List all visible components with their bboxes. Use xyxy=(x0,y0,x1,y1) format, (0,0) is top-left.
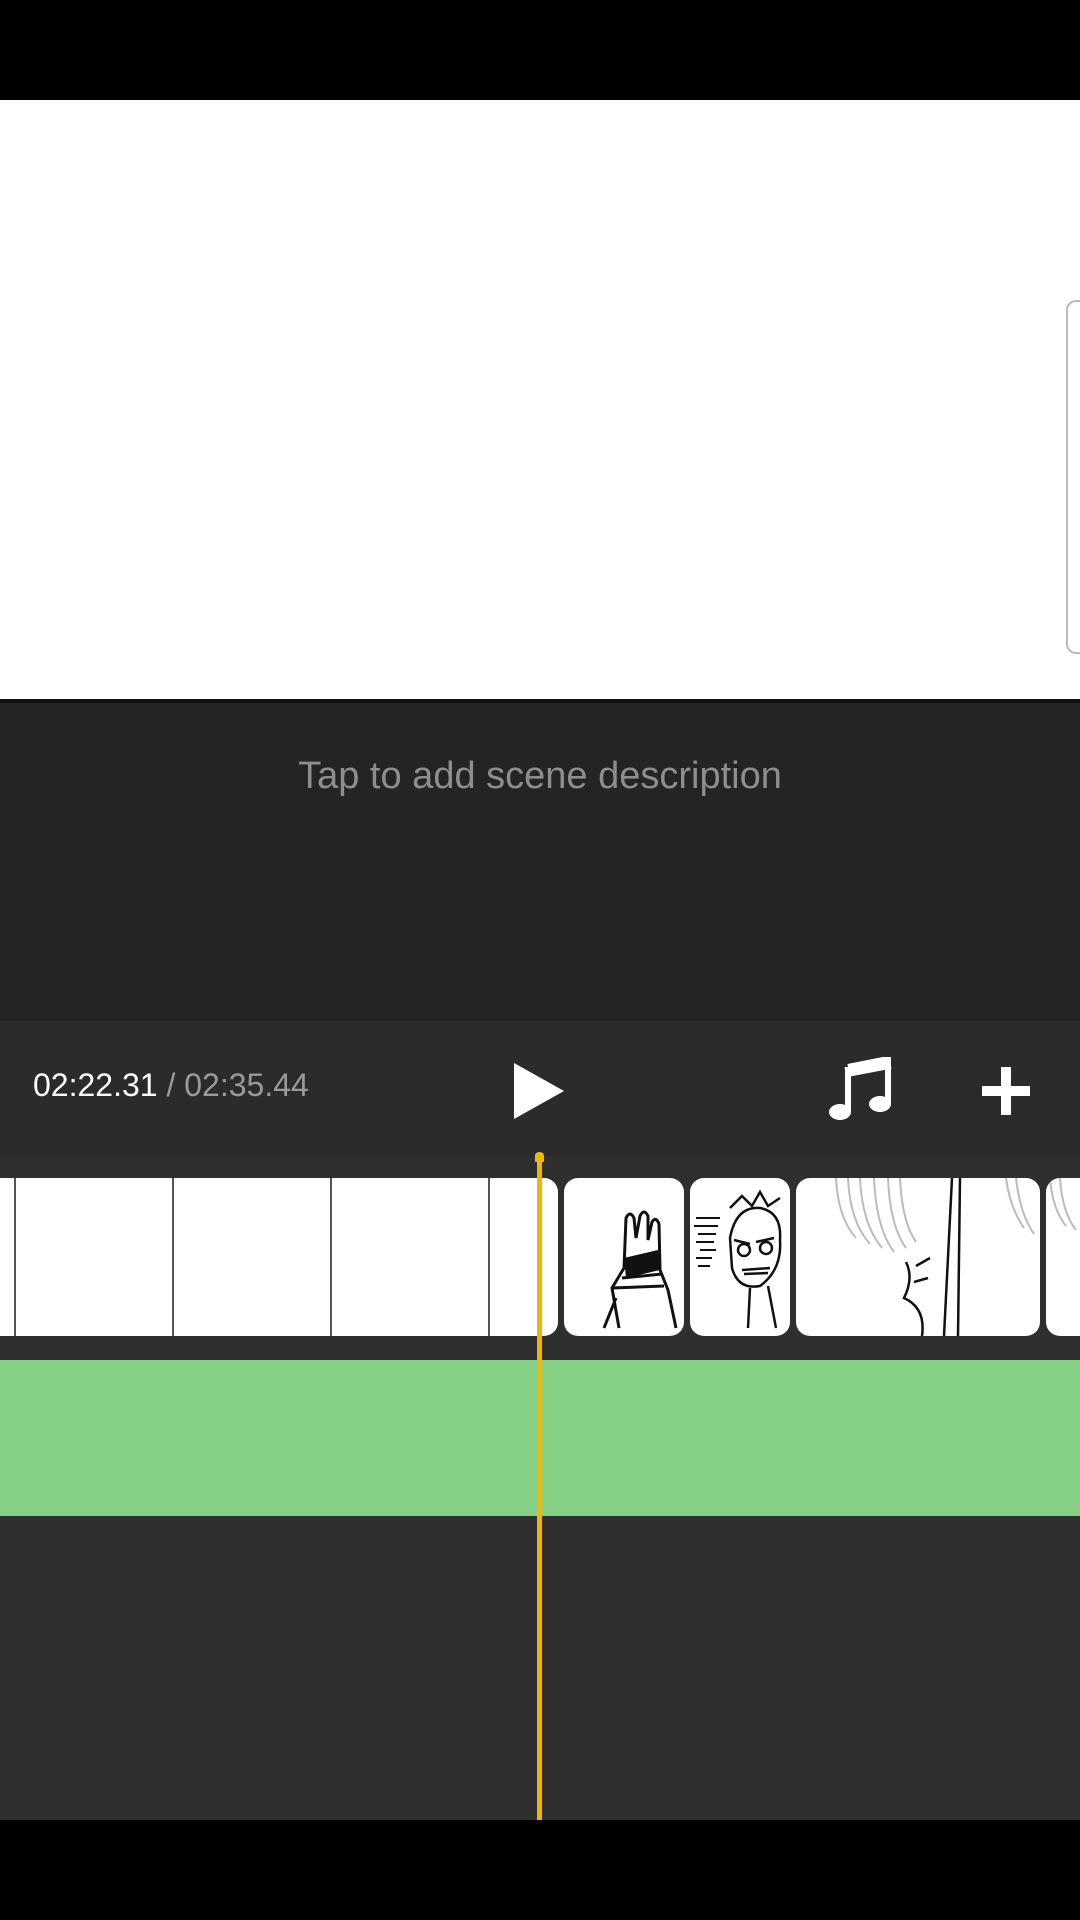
sketch-thumbnail-next[interactable] xyxy=(1046,1178,1080,1336)
playhead-handle[interactable] xyxy=(535,1152,544,1162)
side-panel-handle[interactable] xyxy=(1066,300,1080,654)
navigation-bar xyxy=(0,1820,1080,1920)
hair-sketch-image xyxy=(835,1178,1035,1336)
sketch-thumbnail-hair[interactable] xyxy=(796,1178,1040,1336)
timeline-frame[interactable] xyxy=(174,1178,332,1336)
add-button[interactable] xyxy=(976,1061,1036,1121)
music-note-icon xyxy=(829,1055,892,1120)
timeline-frame[interactable] xyxy=(16,1178,174,1336)
scene-description-placeholder[interactable]: Tap to add scene description xyxy=(0,755,1080,798)
face-sketch-image xyxy=(694,1189,782,1329)
time-display: 02:22.31 / 02:35.44 xyxy=(33,1067,309,1104)
music-button[interactable] xyxy=(828,1055,894,1123)
scene-description-area[interactable]: Tap to add scene description xyxy=(0,703,1080,1021)
status-bar xyxy=(0,0,1080,100)
time-separator: / xyxy=(157,1067,185,1103)
sketch-thumbnail-hand[interactable] xyxy=(564,1178,684,1336)
play-button[interactable] xyxy=(508,1059,568,1123)
hand-sketch-image xyxy=(602,1210,678,1329)
playhead[interactable] xyxy=(537,1156,542,1820)
timeline-frame[interactable] xyxy=(332,1178,490,1336)
drawing-canvas[interactable] xyxy=(0,100,1080,703)
hair-partial-sketch-image xyxy=(1049,1178,1077,1231)
total-time: 02:35.44 xyxy=(184,1067,309,1103)
play-icon xyxy=(514,1063,564,1119)
plus-icon xyxy=(982,1067,1030,1115)
playback-controls: 02:22.31 / 02:35.44 xyxy=(0,1021,1080,1156)
current-time: 02:22.31 xyxy=(33,1067,158,1103)
timeline-frame[interactable] xyxy=(490,1178,558,1336)
sketch-thumbnail-face[interactable] xyxy=(690,1178,790,1336)
timeline-frame[interactable] xyxy=(0,1178,16,1336)
